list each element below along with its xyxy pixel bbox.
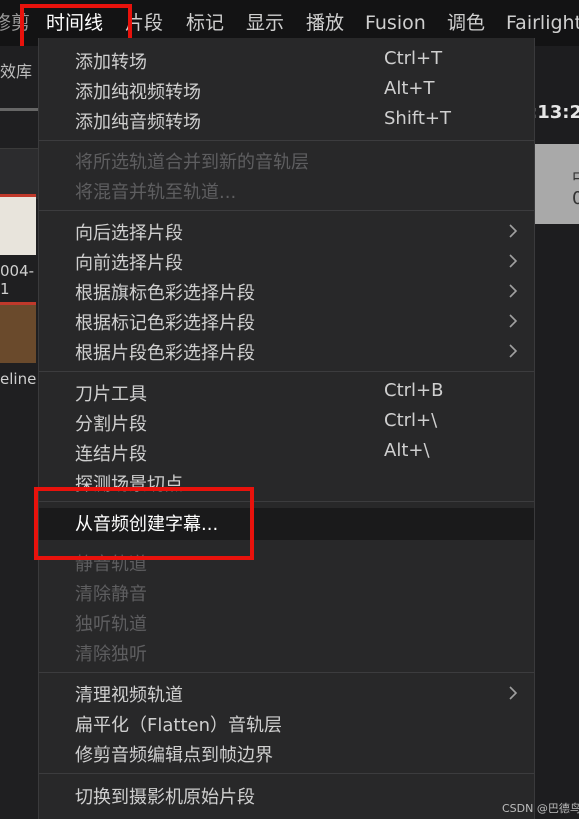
menu-item-shortcut: Ctrl+B — [384, 380, 444, 401]
chevron-right-icon — [509, 224, 518, 238]
menu-separator — [39, 210, 534, 211]
menu-item-shortcut: Ctrl+T — [384, 48, 443, 69]
menu-item-label: 将混音并轨至轨道... — [75, 182, 237, 203]
chevron-right-icon — [509, 314, 518, 328]
menu-item-bounce-mix: 将混音并轨至轨道... — [39, 176, 534, 206]
menu-item-switch-to-camera-original[interactable]: 切换到摄影机原始片段 — [39, 781, 534, 811]
menu-item-label: 向前选择片段 — [75, 253, 183, 274]
menu-item-select-clips-forward[interactable]: 向后选择片段 — [39, 217, 534, 247]
menu-item-label: 根据标记色彩选择片段 — [75, 313, 255, 334]
clip-thumbnail-2[interactable] — [0, 302, 36, 363]
menu-item-shortcut: Alt+T — [384, 78, 435, 99]
menu-item-add-transition[interactable]: 添加转场 Ctrl+T — [39, 46, 534, 76]
menu-item-clear-solo: 清除独听 — [39, 638, 534, 668]
menu-item-join-clips[interactable]: 连结片段 Alt+\ — [39, 438, 534, 468]
media-pool-panel: 效库 004-1 eline — [0, 46, 40, 819]
divider — [0, 108, 40, 111]
toolbar-strip — [0, 148, 40, 199]
clip-name-2: eline — [0, 370, 37, 388]
menu-item-solo-track: 独听轨道 — [39, 608, 534, 638]
menu-separator — [39, 672, 534, 673]
menu-item-label: 将所选轨道合并到新的音轨层 — [75, 152, 309, 173]
timeline-dropdown-menu: 添加转场 Ctrl+T 添加纯视频转场 Alt+T 添加纯音频转场 Shift+… — [38, 38, 535, 819]
menu-item-label: 分割片段 — [75, 414, 147, 435]
menu-item-trim-audio-edit-points[interactable]: 修剪音频编辑点到帧边界 — [39, 739, 534, 769]
menu-item-select-clips-backward[interactable]: 向前选择片段 — [39, 247, 534, 277]
chevron-right-icon — [509, 344, 518, 358]
menu-item-clean-video-tracks[interactable]: 清理视频轨道 — [39, 679, 534, 709]
menu-item-label: 根据旗标色彩选择片段 — [75, 283, 255, 304]
menu-item-label: 连结片段 — [75, 444, 147, 465]
menu-item-label: 根据片段色彩选择片段 — [75, 343, 255, 364]
menu-separator — [39, 140, 534, 141]
menu-item-shortcut: Ctrl+\ — [384, 410, 438, 431]
watermark: CSDN @巴德鸟 — [502, 802, 579, 815]
menu-item-split-clip[interactable]: 分割片段 Ctrl+\ — [39, 408, 534, 438]
menu-item-label: 添加转场 — [75, 52, 147, 73]
menu-item-label: 清除独听 — [75, 644, 147, 665]
menu-item-label: 扁平化（Flatten）音轨层 — [75, 715, 282, 736]
viewer-value: 0 — [572, 188, 579, 209]
menu-item-select-by-flag-color[interactable]: 根据旗标色彩选择片段 — [39, 277, 534, 307]
viewer-label: 中 — [572, 164, 579, 188]
menu-item-label: 向后选择片段 — [75, 223, 183, 244]
timecode-display: :13:2 — [530, 102, 579, 123]
menu-item-select-by-clip-color[interactable]: 根据片段色彩选择片段 — [39, 337, 534, 367]
menu-separator — [39, 371, 534, 372]
menu-item-shortcut: Alt+\ — [384, 440, 430, 461]
menu-separator — [39, 773, 534, 774]
menu-item-label: 刀片工具 — [75, 384, 147, 405]
menu-item-add-audio-transition[interactable]: 添加纯音频转场 Shift+T — [39, 106, 534, 136]
media-pool-label: 效库 — [0, 62, 33, 81]
menu-item-add-video-transition[interactable]: 添加纯视频转场 Alt+T — [39, 76, 534, 106]
menu-item-label: 独听轨道 — [75, 614, 147, 635]
viewer-panel: :13:2 中 0 — [530, 46, 579, 819]
menu-item-clear-mute: 清除静音 — [39, 578, 534, 608]
menu-item-label: 清除静音 — [75, 584, 147, 605]
chevron-right-icon — [509, 686, 518, 700]
clip-name-1: 004-1 — [0, 262, 35, 298]
viewer-box: 中 0 — [530, 144, 579, 224]
menu-item-label: 修剪音频编辑点到帧边界 — [75, 745, 273, 766]
menu-item-flatten-audio-layers[interactable]: 扁平化（Flatten）音轨层 — [39, 709, 534, 739]
create-subtitles-highlight — [34, 487, 254, 560]
clip-thumbnail-1[interactable] — [0, 194, 36, 255]
menu-item-label: 切换到摄影机原始片段 — [75, 787, 255, 808]
chevron-right-icon — [509, 284, 518, 298]
menu-item-shortcut: Shift+T — [384, 108, 451, 129]
menu-item-merge-tracks: 将所选轨道合并到新的音轨层 — [39, 146, 534, 176]
menu-item-label: 清理视频轨道 — [75, 685, 183, 706]
menu-item-label: 添加纯视频转场 — [75, 82, 201, 103]
menu-item-blade-tool[interactable]: 刀片工具 Ctrl+B — [39, 378, 534, 408]
menu-item-select-by-marker-color[interactable]: 根据标记色彩选择片段 — [39, 307, 534, 337]
menu-item-label: 添加纯音频转场 — [75, 112, 201, 133]
chevron-right-icon — [509, 254, 518, 268]
